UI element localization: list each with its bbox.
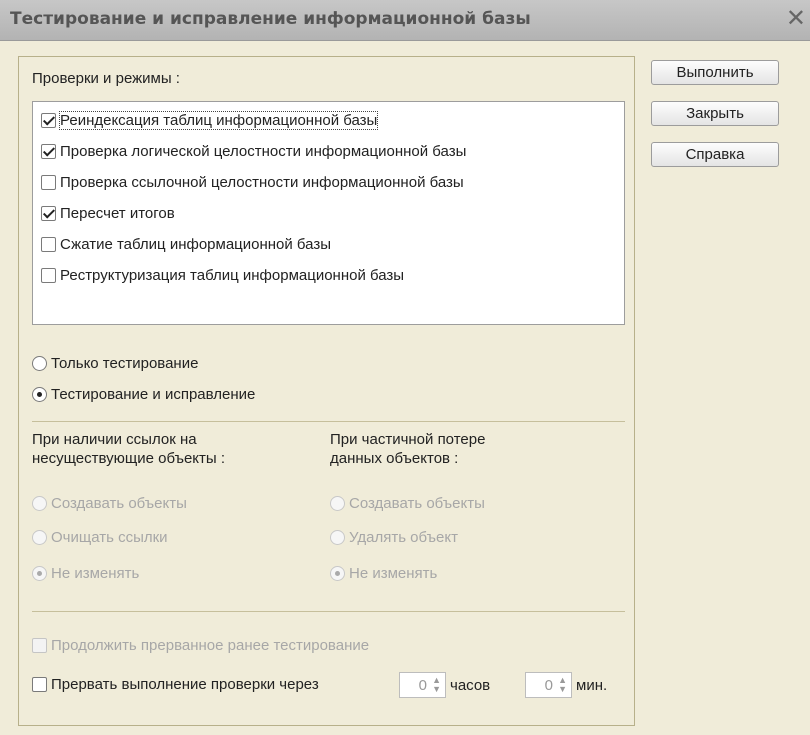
continue-testing-checkbox[interactable] xyxy=(32,638,47,653)
help-button[interactable]: Справка xyxy=(651,142,779,167)
separator xyxy=(32,611,625,612)
recalc-totals-label: Пересчет итогов xyxy=(60,204,175,222)
reference-integrity-label: Проверка ссылочной целостности информаци… xyxy=(60,173,464,191)
title-bar[interactable]: Тестирование и исправление информационно… xyxy=(0,0,810,41)
reindex-label: Реиндексация таблиц информационной базы xyxy=(58,110,379,130)
continue-testing-label: Продолжить прерванное ранее тестирование xyxy=(51,637,370,654)
missing-refs-clear-label: Очищать ссылки xyxy=(51,529,168,546)
missing-refs-create[interactable]: Создавать объекты xyxy=(32,495,187,512)
mode-test-and-fix-radio[interactable] xyxy=(32,387,47,402)
missing-refs-keep-radio[interactable] xyxy=(32,566,47,581)
mode-test-and-fix[interactable]: Тестирование и исправление xyxy=(32,386,255,403)
hours-spin-icon[interactable]: ▲ ▼ xyxy=(432,676,441,694)
close-button[interactable]: Закрыть xyxy=(651,101,779,126)
check-logical-integrity[interactable]: Проверка логической целостности информац… xyxy=(33,138,466,164)
interrupt-label: Прервать выполнение проверки через xyxy=(51,676,319,693)
minutes-spin-icon[interactable]: ▲ ▼ xyxy=(558,676,567,694)
partial-loss-keep[interactable]: Не изменять xyxy=(330,565,437,582)
partial-loss-label-line1: При частичной потере xyxy=(330,431,486,448)
mode-test-and-fix-label: Тестирование и исправление xyxy=(51,386,256,403)
missing-refs-keep[interactable]: Не изменять xyxy=(32,565,139,582)
separator xyxy=(32,421,625,422)
restructure-label: Реструктуризация таблиц информационной б… xyxy=(60,266,405,284)
partial-loss-create-radio[interactable] xyxy=(330,496,345,511)
missing-refs-label-line2: несуществующие объекты : xyxy=(32,450,226,467)
missing-refs-keep-label: Не изменять xyxy=(51,565,140,582)
hours-stepper[interactable]: 0 ▲ ▼ xyxy=(399,672,446,698)
check-reindex[interactable]: Реиндексация таблиц информационной базы xyxy=(33,107,379,133)
recalc-totals-checkbox[interactable] xyxy=(41,205,56,221)
mode-test-only-label: Только тестирование xyxy=(51,355,199,372)
partial-loss-keep-label: Не изменять xyxy=(349,565,438,582)
dialog-window: Тестирование и исправление информационно… xyxy=(0,0,810,735)
close-icon[interactable]: ✕ xyxy=(786,6,806,30)
partial-loss-keep-radio[interactable] xyxy=(330,566,345,581)
logical-integrity-label: Проверка логической целостности информац… xyxy=(60,142,467,160)
partial-loss-create[interactable]: Создавать объекты xyxy=(330,495,485,512)
minutes-stepper[interactable]: 0 ▲ ▼ xyxy=(525,672,572,698)
missing-refs-clear[interactable]: Очищать ссылки xyxy=(32,529,168,546)
check-compress-tables[interactable]: Сжатие таблиц информационной базы xyxy=(33,231,331,257)
mode-test-only[interactable]: Только тестирование xyxy=(32,355,198,372)
missing-refs-clear-radio[interactable] xyxy=(32,530,47,545)
minutes-value[interactable]: 0 xyxy=(545,677,553,694)
restructure-checkbox[interactable] xyxy=(41,267,56,283)
missing-refs-create-radio[interactable] xyxy=(32,496,47,511)
check-recalc-totals[interactable]: Пересчет итогов xyxy=(33,200,175,226)
partial-loss-delete-label: Удалять объект xyxy=(349,529,458,546)
compress-tables-checkbox[interactable] xyxy=(41,236,56,252)
mode-test-only-radio[interactable] xyxy=(32,356,47,371)
missing-refs-label-line1: При наличии ссылок на xyxy=(32,431,197,448)
partial-loss-delete-radio[interactable] xyxy=(330,530,345,545)
hours-unit: часов xyxy=(450,677,491,694)
check-restructure[interactable]: Реструктуризация таблиц информационной б… xyxy=(33,262,404,288)
partial-loss-delete[interactable]: Удалять объект xyxy=(330,529,458,546)
continue-testing[interactable]: Продолжить прерванное ранее тестирование xyxy=(32,637,369,654)
checks-label: Проверки и режимы : xyxy=(32,70,180,87)
missing-refs-create-label: Создавать объекты xyxy=(51,495,187,512)
hours-value[interactable]: 0 xyxy=(419,677,427,694)
reindex-checkbox[interactable] xyxy=(41,112,56,128)
minutes-unit: мин. xyxy=(576,677,608,694)
interrupt-checkbox[interactable] xyxy=(32,677,47,692)
compress-tables-label: Сжатие таблиц информационной базы xyxy=(60,235,332,253)
interrupt-check[interactable]: Прервать выполнение проверки через xyxy=(32,676,319,693)
logical-integrity-checkbox[interactable] xyxy=(41,143,56,159)
window-title: Тестирование и исправление информационно… xyxy=(10,9,531,29)
partial-loss-label-line2: данных объектов : xyxy=(330,450,459,467)
checks-list[interactable]: Реиндексация таблиц информационной базы … xyxy=(32,101,625,325)
run-button[interactable]: Выполнить xyxy=(651,60,779,85)
reference-integrity-checkbox[interactable] xyxy=(41,174,56,190)
check-reference-integrity[interactable]: Проверка ссылочной целостности информаци… xyxy=(33,169,464,195)
partial-loss-create-label: Создавать объекты xyxy=(349,495,485,512)
